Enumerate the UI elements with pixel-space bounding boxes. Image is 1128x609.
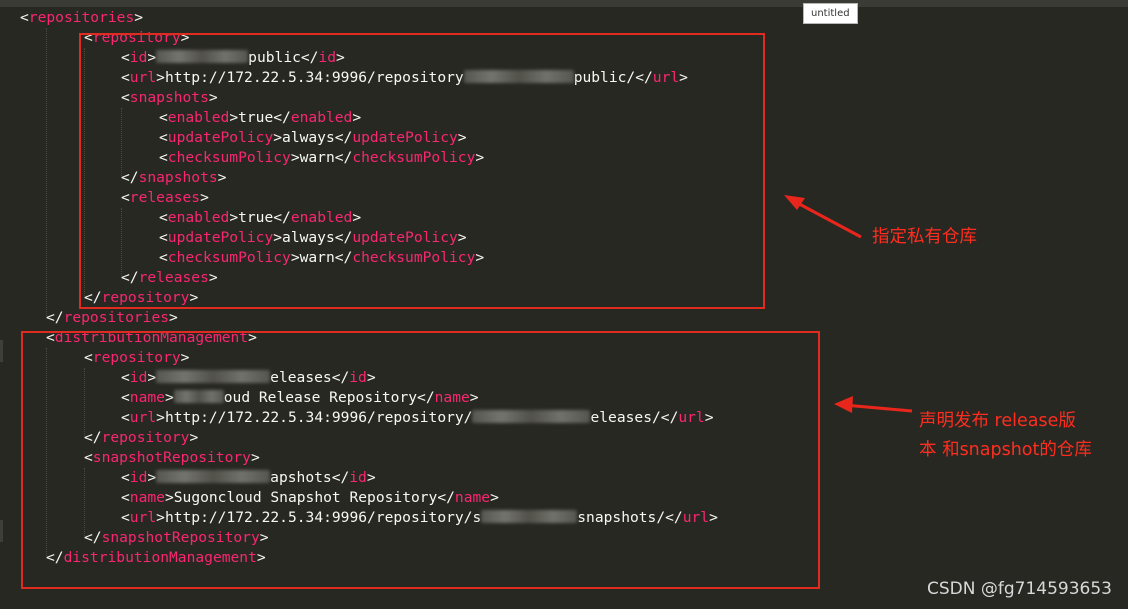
arrow-line-1 — [789, 197, 862, 239]
arrow-line-2 — [843, 403, 913, 413]
annotation-arrows — [784, 195, 913, 413]
arrow-head-1 — [784, 195, 805, 210]
annotation-note-distribution-2: 本 和snapshot的仓库 — [919, 440, 1092, 460]
annotation-note-private-repo: 指定私有仓库 — [872, 227, 977, 247]
watermark: CSDN @fg714593653 — [927, 579, 1112, 599]
arrow-head-2 — [834, 396, 853, 413]
annotation-note-distribution-1: 声明发布 release版 — [919, 411, 1076, 431]
